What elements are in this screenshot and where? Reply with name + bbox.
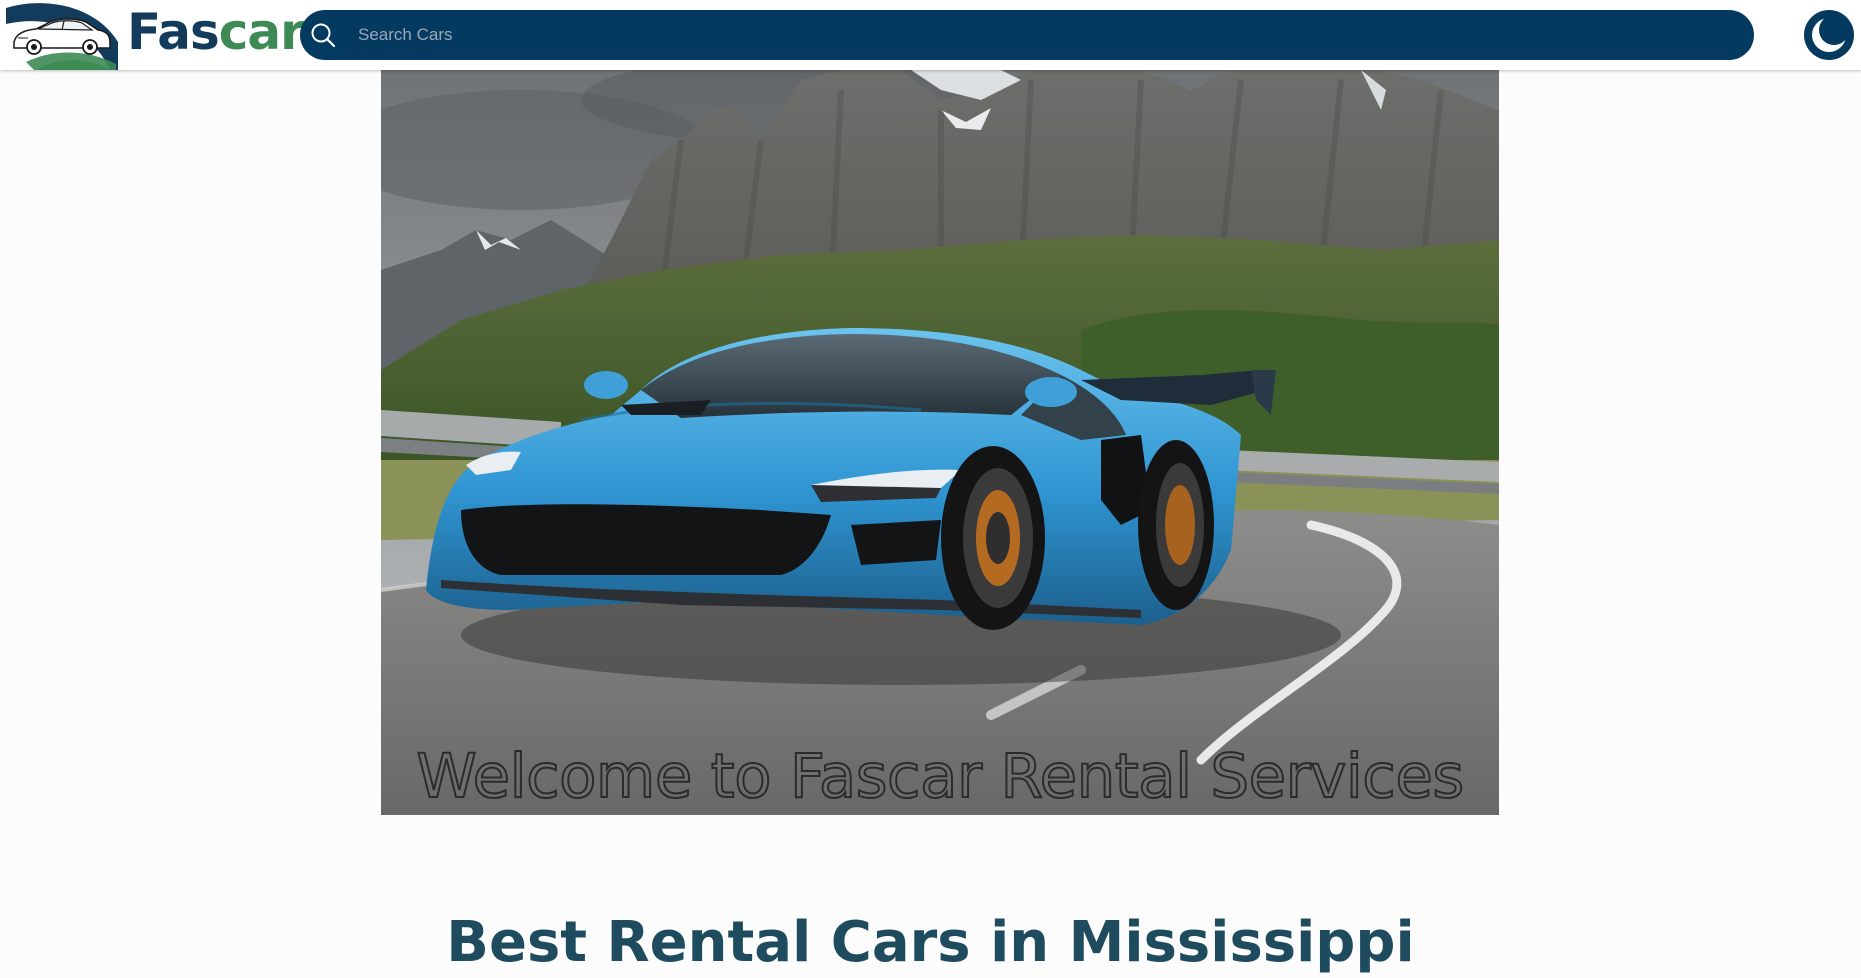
- car-logo-icon: [6, 3, 118, 70]
- theme-toggle-button[interactable]: [1804, 10, 1854, 60]
- brand-name: Fascar: [127, 2, 305, 62]
- site-logo[interactable]: Fascar: [6, 0, 305, 70]
- site-header: Fascar: [0, 0, 1861, 70]
- moon-icon: [1812, 15, 1849, 52]
- hero-title: Welcome to Fascar Rental Services: [415, 740, 1465, 813]
- search-bar: [300, 10, 1754, 60]
- brand-name-part1: Fas: [127, 3, 220, 61]
- search-input[interactable]: [358, 10, 1728, 60]
- hero-banner: Welcome to Fascar Rental Services: [381, 70, 1499, 815]
- section-heading: Best Rental Cars in Mississippi: [446, 910, 1415, 975]
- hero-image: [381, 70, 1499, 815]
- brand-name-part2: car: [218, 3, 305, 61]
- search-icon[interactable]: [310, 22, 336, 48]
